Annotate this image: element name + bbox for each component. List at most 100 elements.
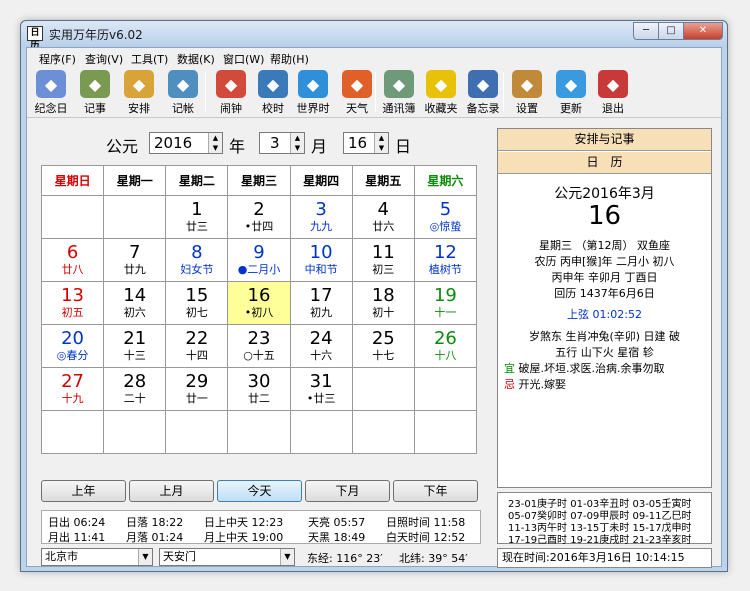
day-number: 26 xyxy=(433,328,457,349)
day-cell[interactable] xyxy=(289,410,353,454)
lunar-label: 十七 xyxy=(372,349,395,362)
moonset: 月落 01:24 xyxy=(126,531,184,544)
toolbar-button-time-sync[interactable]: ◆ 校时 xyxy=(253,70,293,116)
day-cell[interactable]: 22 十四 xyxy=(165,324,229,368)
day-cell[interactable]: 29 廿一 xyxy=(165,367,229,411)
city-select[interactable]: 北京市 ▼ xyxy=(41,548,153,566)
day-cell[interactable] xyxy=(413,410,478,454)
day-cell[interactable]: 20 ◎春分 xyxy=(40,324,105,368)
calendar-tab[interactable]: 日 历 xyxy=(498,152,711,174)
day-cell[interactable]: 6 廿八 xyxy=(40,238,105,282)
minimize-button[interactable]: ─ xyxy=(633,22,659,40)
day-cell[interactable] xyxy=(351,367,415,411)
day-cell[interactable]: 14 初六 xyxy=(103,281,167,325)
day-number: 6 xyxy=(66,242,79,263)
close-button[interactable]: ✕ xyxy=(683,22,723,40)
day-cell[interactable]: 13 初五 xyxy=(40,281,105,325)
day-cell[interactable] xyxy=(103,410,167,454)
day-cell[interactable]: 23 ○十五 xyxy=(227,324,291,368)
day-cell[interactable]: 1 廿三 xyxy=(165,195,229,239)
place-select[interactable]: 天安门 ▼ xyxy=(159,548,295,566)
day-cell[interactable]: 4 廿六 xyxy=(351,195,415,239)
window-title: 实用万年历v6.02 xyxy=(49,28,143,42)
toolbar-button-anniversary[interactable]: ◆ 纪念日 xyxy=(31,70,71,116)
day-cell[interactable] xyxy=(351,410,415,454)
day-cell[interactable]: 24 十六 xyxy=(289,324,353,368)
day-cell[interactable]: 11 初三 xyxy=(351,238,415,282)
toolbar-button-address-book[interactable]: ◆ 通讯簿 xyxy=(379,70,419,116)
day-cell[interactable]: 27 十九 xyxy=(40,367,105,411)
day-cell[interactable]: 2 •廿四 xyxy=(227,195,291,239)
day-cell[interactable]: 15 初七 xyxy=(165,281,229,325)
prev-year-button[interactable]: 上年 xyxy=(41,480,126,502)
today-button[interactable]: 今天 xyxy=(217,480,302,502)
day-cell[interactable]: 16 •初八 xyxy=(227,281,291,325)
chevron-down-icon[interactable]: ▼ xyxy=(138,549,152,565)
toolbar-button-schedule[interactable]: ◆ 安排 xyxy=(119,70,159,116)
lunar-label: 九九 xyxy=(310,220,333,233)
day-cell[interactable]: 18 初十 xyxy=(351,281,415,325)
next-month-button[interactable]: 下月 xyxy=(305,480,390,502)
avoid-tag: 忌 xyxy=(504,378,515,391)
toolbar-button-exit[interactable]: ◆ 退出 xyxy=(593,70,633,116)
day-cell[interactable]: 8 妇女节 xyxy=(165,238,229,282)
title-bar[interactable]: 日历 实用万年历v6.02 ─ □ ✕ xyxy=(21,21,727,51)
day-cell[interactable]: 9 ●二月小 xyxy=(227,238,291,282)
lunar-label: ◎春分 xyxy=(56,349,89,362)
toolbar-button-update[interactable]: ◆ 更新 xyxy=(551,70,591,116)
day-cell[interactable]: 21 十三 xyxy=(103,324,167,368)
day-cell[interactable]: 5 ◎惊蛰 xyxy=(413,195,478,239)
day-cell[interactable]: 17 初九 xyxy=(289,281,353,325)
menu-data[interactable]: 数据(K) xyxy=(177,51,215,67)
menu-window[interactable]: 窗口(W) xyxy=(223,51,264,67)
day-cell[interactable]: 10 中和节 xyxy=(289,238,353,282)
month-unit-label: 月 xyxy=(311,137,328,156)
spin-arrows-icon[interactable]: ▲ ▼ xyxy=(208,133,222,153)
month-spinner[interactable]: 3 ▲ ▼ xyxy=(259,132,305,154)
day-cell[interactable] xyxy=(413,367,478,411)
menu-program[interactable]: 程序(F) xyxy=(39,51,76,67)
spin-arrows-icon[interactable]: ▲ ▼ xyxy=(290,133,304,153)
address-book-icon: ◆ xyxy=(384,70,414,98)
menu-help[interactable]: 帮助(H) xyxy=(270,51,309,67)
schedule-notes-tab[interactable]: 安排与记事 xyxy=(498,129,711,151)
menu-query[interactable]: 查询(V) xyxy=(85,51,123,67)
toolbar-label: 世界时 xyxy=(296,102,330,115)
day-cell[interactable]: 19 十一 xyxy=(413,281,478,325)
calendar-panel: 公元 2016 ▲ ▼ 年 3 ▲ ▼ 月 16 ▲ ▼ 日 星期日 星期一 星期二 星期三 星期四… xyxy=(40,128,478,454)
day-cell[interactable]: 25 十七 xyxy=(351,324,415,368)
day-cell[interactable]: 28 二十 xyxy=(103,367,167,411)
spin-arrows-icon[interactable]: ▲ ▼ xyxy=(374,133,388,153)
prev-month-button[interactable]: 上月 xyxy=(129,480,214,502)
maximize-button[interactable]: □ xyxy=(658,22,684,40)
day-cell[interactable] xyxy=(103,195,167,239)
day-cell[interactable] xyxy=(40,410,105,454)
day-cell[interactable]: 3 九九 xyxy=(289,195,353,239)
next-year-button[interactable]: 下年 xyxy=(393,480,478,502)
toolbar-button-globe[interactable]: ◆ 世界时 xyxy=(293,70,333,116)
day-cell[interactable] xyxy=(165,410,229,454)
day-cell[interactable] xyxy=(40,195,105,239)
toolbar-button-weather[interactable]: ◆ 天气 xyxy=(337,70,377,116)
toolbar-button-notes[interactable]: ◆ 记事 xyxy=(75,70,115,116)
day-spinner[interactable]: 16 ▲ ▼ xyxy=(343,132,389,154)
toolbar-button-settings[interactable]: ◆ 设置 xyxy=(507,70,547,116)
day-cell[interactable]: 26 十八 xyxy=(413,324,478,368)
app-window: 日历 实用万年历v6.02 ─ □ ✕ 程序(F) 查询(V) 工具(T) 数据… xyxy=(20,20,728,572)
toolbar-button-memo[interactable]: ◆ 备忘录 xyxy=(463,70,503,116)
day-number: 15 xyxy=(185,285,209,306)
day-cell[interactable]: 12 植树节 xyxy=(413,238,478,282)
weekday-header: 星期五 xyxy=(351,165,415,196)
year-spinner[interactable]: 2016 ▲ ▼ xyxy=(149,132,223,154)
day-cell[interactable]: 31 •廿三 xyxy=(289,367,353,411)
chevron-down-icon[interactable]: ▼ xyxy=(280,549,294,565)
day-cell[interactable]: 30 廿二 xyxy=(227,367,291,411)
day-number: 20 xyxy=(61,328,85,349)
menu-tools[interactable]: 工具(T) xyxy=(131,51,168,67)
suitable-tag: 宜 xyxy=(504,362,515,375)
day-cell[interactable] xyxy=(227,410,291,454)
day-cell[interactable]: 7 廿九 xyxy=(103,238,167,282)
toolbar-button-alarm-clock[interactable]: ◆ 闹钟 xyxy=(211,70,251,116)
toolbar-button-ledger[interactable]: ◆ 记帐 xyxy=(163,70,203,116)
toolbar-button-star[interactable]: ◆ 收藏夹 xyxy=(421,70,461,116)
